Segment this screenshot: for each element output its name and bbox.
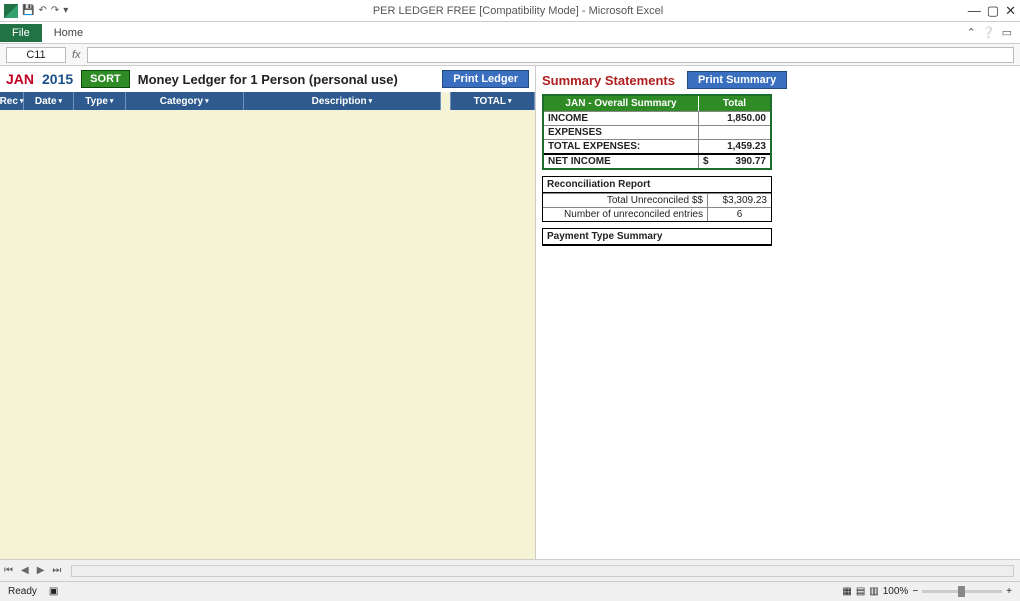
view-normal-icon[interactable]: ▦	[842, 586, 851, 597]
ledger-title: Money Ledger for 1 Person (personal use)	[138, 72, 398, 87]
ledger-header-row: Rec▾ Date▾ Type▾ Category▾ Description▾ …	[0, 92, 535, 110]
print-ledger-button[interactable]: Print Ledger	[442, 70, 529, 88]
quick-access-toolbar[interactable]: 💾 ↶ ↷ ▾	[22, 5, 68, 16]
col-rec[interactable]: Rec▾	[0, 92, 24, 110]
status-bar: Ready ▣ ▦ ▤ ▥ 100% − +	[0, 581, 1020, 601]
tab-nav-next-icon[interactable]: ▶	[33, 565, 49, 576]
summary-table: JAN - Overall Summary Total INCOME1,850.…	[542, 94, 772, 170]
save-icon[interactable]: 💾	[22, 5, 34, 16]
undo-icon[interactable]: ↶	[38, 5, 46, 16]
file-tab[interactable]: File	[0, 24, 42, 42]
print-summary-button[interactable]: Print Summary	[687, 71, 787, 89]
restore-icon[interactable]: ▢	[987, 3, 999, 19]
fx-icon[interactable]: fx	[72, 49, 81, 61]
formula-bar[interactable]	[87, 47, 1014, 63]
total-expenses-label: TOTAL EXPENSES:	[544, 140, 698, 153]
window-title: PER LEDGER FREE [Compatibility Mode] - M…	[68, 5, 968, 17]
col-category[interactable]: Category▾	[126, 92, 244, 110]
excel-icon	[4, 4, 18, 18]
formula-bar-row: C11 fx	[0, 44, 1020, 66]
horizontal-scrollbar[interactable]	[71, 565, 1014, 577]
tab-nav-prev-icon[interactable]: ◀	[17, 565, 33, 576]
reconciliation-box: Reconciliation Report Total Unreconciled…	[542, 176, 772, 222]
view-layout-icon[interactable]: ▤	[856, 586, 865, 597]
col-spacer	[441, 92, 451, 110]
income-value: 1,850.00	[698, 112, 770, 125]
status-ready: Ready	[8, 586, 37, 597]
total-expenses-value: 1,459.23	[698, 140, 770, 153]
payment-type-box: Payment Type Summary	[542, 228, 772, 246]
summary-head-right: Total	[698, 96, 770, 111]
col-total[interactable]: TOTAL▾	[451, 92, 535, 110]
col-description[interactable]: Description▾	[244, 92, 442, 110]
zoom-slider[interactable]	[922, 590, 1002, 593]
tab-nav-first-icon[interactable]: ⏮	[0, 565, 17, 576]
year-label: 2015	[42, 71, 73, 87]
zoom-in-icon[interactable]: +	[1006, 586, 1012, 597]
horizontal-bar-chart	[784, 162, 1016, 482]
zoom-value[interactable]: 100%	[883, 586, 909, 597]
summary-head-left: JAN - Overall Summary	[544, 96, 698, 111]
sort-button[interactable]: SORT	[81, 70, 130, 88]
income-label: INCOME	[544, 112, 698, 125]
title-bar: 💾 ↶ ↷ ▾ PER LEDGER FREE [Compatibility M…	[0, 0, 1020, 22]
help-icon[interactable]: ❔	[982, 26, 996, 39]
macro-record-icon[interactable]: ▣	[49, 586, 58, 597]
zoom-out-icon[interactable]: −	[912, 586, 918, 597]
col-type[interactable]: Type▾	[74, 92, 126, 110]
ribbon-tab-home[interactable]: Home	[42, 24, 95, 42]
ledger-body[interactable]	[0, 110, 535, 559]
column-chart	[792, 512, 1012, 559]
net-income-value: $390.77	[698, 155, 770, 168]
net-income-label: NET INCOME	[544, 155, 698, 168]
col-date[interactable]: Date▾	[24, 92, 74, 110]
sheet-tabs: ⏮ ◀ ▶ ⏭	[0, 559, 1020, 581]
ribbon-min-icon[interactable]: ⌃	[967, 26, 976, 39]
tab-nav-last-icon[interactable]: ⏭	[48, 565, 65, 576]
summary-title: Summary Statements	[542, 73, 675, 88]
recon-title: Reconciliation Report	[543, 177, 771, 193]
close-icon[interactable]: ✕	[1005, 3, 1016, 19]
ribbon: File Home ⌃ ❔ ▭	[0, 22, 1020, 44]
redo-icon[interactable]: ↷	[51, 5, 59, 16]
view-break-icon[interactable]: ▥	[869, 586, 878, 597]
minimize-icon[interactable]: —	[968, 3, 981, 19]
window-options-icon[interactable]: ▭	[1002, 26, 1012, 39]
expenses-label: EXPENSES	[544, 126, 698, 139]
month-label: JAN	[6, 71, 34, 87]
name-box[interactable]: C11	[6, 47, 66, 63]
paytype-title: Payment Type Summary	[543, 229, 771, 245]
